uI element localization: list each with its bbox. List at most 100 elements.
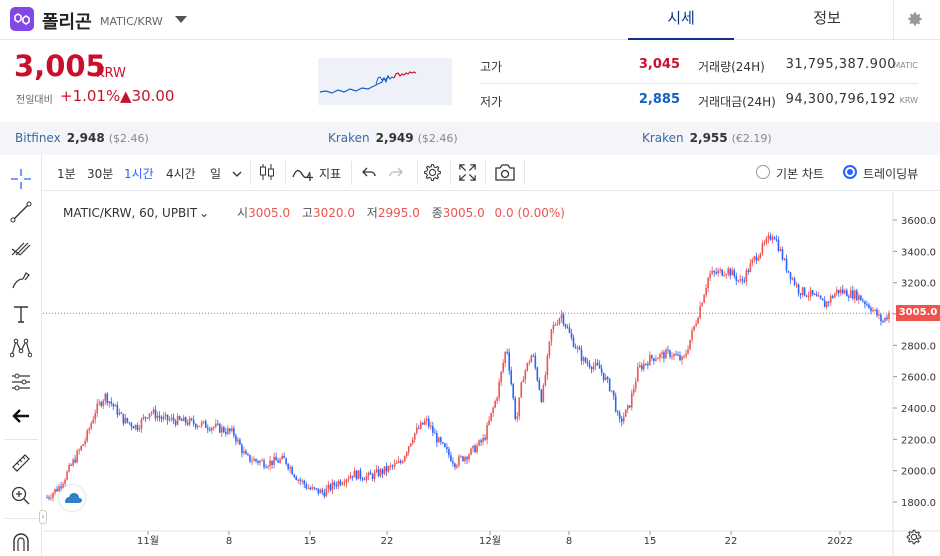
candle-body <box>665 349 667 359</box>
candle-body <box>685 353 687 357</box>
ruler-icon[interactable] <box>7 449 35 477</box>
candle-body <box>596 362 599 365</box>
candle-body <box>46 497 48 499</box>
candle-body <box>403 456 406 462</box>
redo-icon[interactable] <box>388 164 404 183</box>
toolbar-divider <box>524 161 525 185</box>
indicator-icon[interactable] <box>292 163 316 184</box>
chart-settings-gear-icon[interactable] <box>422 162 443 186</box>
interval-30m[interactable]: 30분 <box>87 165 113 182</box>
exchange-item[interactable]: Kraken 2,949 ($2.46) <box>328 131 458 145</box>
interval-4h[interactable]: 4시간 <box>166 165 196 182</box>
exchange-foreign-price: ($2.46) <box>108 132 149 145</box>
interval-1m[interactable]: 1분 <box>57 165 76 182</box>
trend-line-icon[interactable] <box>7 198 35 226</box>
candle-body <box>142 416 145 420</box>
candle-body <box>152 409 155 413</box>
legend-symbol[interactable]: MATIC/KRW, 60, UPBIT <box>63 206 197 220</box>
candle-body <box>176 416 179 425</box>
polygon-logo-icon <box>10 7 34 31</box>
measure-range-icon[interactable] <box>7 368 35 396</box>
candle-body <box>574 346 577 349</box>
price-chart[interactable]: 1800.02000.02200.02400.02600.02800.03000… <box>39 192 940 556</box>
candle-body <box>632 388 635 393</box>
candle-body <box>755 256 758 261</box>
tradingview-logo-icon[interactable] <box>59 485 85 511</box>
candle-body <box>502 362 504 372</box>
pitchfork-icon[interactable] <box>7 232 35 260</box>
interval-dropdown-icon[interactable] <box>232 167 242 181</box>
candle-body <box>277 460 279 463</box>
candle-body <box>848 296 850 298</box>
exchange-item[interactable]: Kraken 2,955 (€2.19) <box>642 131 772 145</box>
interval-day[interactable]: 일 <box>210 165 221 182</box>
tab-sise[interactable]: 시세 <box>628 0 734 40</box>
candle-body <box>628 405 631 408</box>
basic-chart-label[interactable]: 기본 차트 <box>776 165 824 182</box>
tab-info[interactable]: 정보 <box>774 0 880 40</box>
pattern-icon[interactable] <box>7 334 35 362</box>
candlestick-chart-svg[interactable]: 1800.02000.02200.02400.02600.02800.03000… <box>43 192 940 556</box>
candle-body <box>717 270 719 274</box>
back-arrow-icon[interactable] <box>7 402 35 430</box>
tradingview-label[interactable]: 트레이딩뷰 <box>863 165 918 182</box>
candle-body <box>124 418 127 424</box>
candle-body <box>813 293 816 295</box>
candle-body <box>468 454 470 460</box>
y-tick-label: 1800.0 <box>901 498 936 509</box>
exchange-item[interactable]: Bitfinex 2,948 ($2.46) <box>15 131 149 145</box>
candle-body <box>657 358 659 360</box>
camera-icon[interactable] <box>494 163 516 185</box>
candle-body <box>54 488 56 493</box>
candle-body <box>385 466 388 472</box>
candle-body <box>299 479 302 482</box>
candle-body <box>831 296 834 298</box>
candle-body <box>641 365 643 370</box>
candle-body <box>775 239 778 241</box>
pair-dropdown-icon[interactable] <box>175 16 187 23</box>
candle-body <box>273 456 275 465</box>
candle-body <box>442 442 444 444</box>
candle-body <box>178 416 181 420</box>
candle-body <box>508 352 510 371</box>
candle-body <box>96 403 99 414</box>
candle-body <box>383 466 386 474</box>
candle-body <box>361 477 364 480</box>
candle-body <box>88 428 91 431</box>
candle-body <box>516 416 519 419</box>
collapse-toolbar-icon[interactable]: ‹ <box>39 510 47 524</box>
candle-body <box>719 269 721 271</box>
candle-type-icon[interactable] <box>258 162 276 185</box>
candle-body <box>225 432 227 434</box>
legend-dropdown-icon[interactable]: ⌄ <box>199 206 209 220</box>
indicator-button[interactable]: 지표 <box>319 165 341 182</box>
candle-body <box>271 460 273 465</box>
zoom-in-icon[interactable] <box>7 482 35 510</box>
settings-gear-icon[interactable] <box>906 10 924 32</box>
candle-body <box>586 362 589 364</box>
chart-axis-settings-gear-icon[interactable] <box>905 528 923 550</box>
candle-body <box>520 382 523 398</box>
interval-1h[interactable]: 1시간 <box>124 165 154 182</box>
candle-body <box>620 418 623 422</box>
candle-body <box>118 412 121 415</box>
basic-chart-radio[interactable] <box>756 165 770 179</box>
high-row: 고가 3,045 거래량(24H) 31,795,387.900 MATIC <box>480 49 918 84</box>
magnet-icon[interactable] <box>7 528 35 556</box>
candle-body <box>263 460 265 468</box>
fullscreen-icon[interactable] <box>458 163 477 185</box>
candle-body <box>130 423 133 427</box>
candle-body <box>886 317 888 320</box>
current-price: 3,005 <box>14 49 106 83</box>
candle-body <box>357 470 360 480</box>
change-label: 전일대비 <box>16 95 53 106</box>
text-tool-icon[interactable] <box>7 300 35 328</box>
crosshair-icon[interactable] <box>7 165 35 193</box>
undo-icon[interactable] <box>361 164 377 183</box>
candle-body <box>164 414 167 417</box>
legend-high: 3020.0 <box>312 206 355 220</box>
candle-body <box>470 448 472 455</box>
candle-body <box>480 440 482 443</box>
brush-icon[interactable] <box>7 266 35 294</box>
tradingview-radio[interactable] <box>843 165 857 179</box>
